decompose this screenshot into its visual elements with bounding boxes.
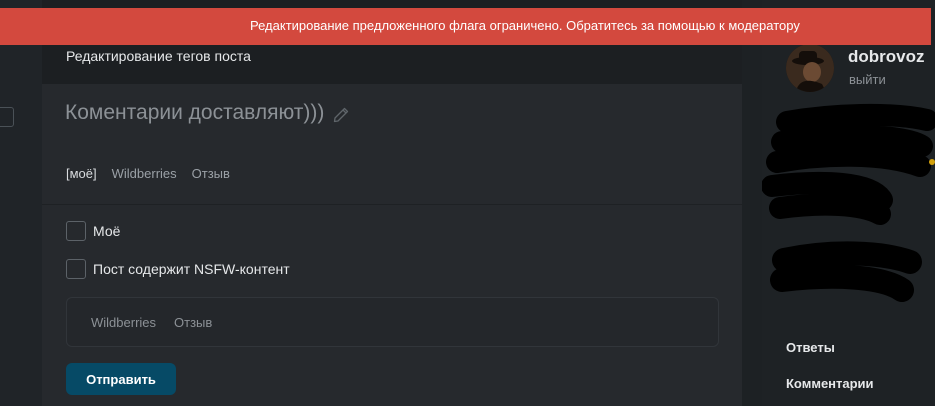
- divider: [42, 204, 742, 205]
- tag-chip[interactable]: Wildberries: [91, 315, 156, 330]
- current-tag[interactable]: Отзыв: [192, 166, 230, 181]
- username[interactable]: dobrovoz: [848, 47, 925, 67]
- sidebar-link-answers[interactable]: Ответы: [786, 340, 835, 355]
- logout-link[interactable]: выйти: [849, 72, 886, 87]
- submit-button[interactable]: Отправить: [66, 363, 176, 395]
- current-tag[interactable]: [моё]: [66, 166, 97, 181]
- avatar[interactable]: [786, 44, 834, 92]
- banner-text: Редактирование предложенного флага огран…: [250, 18, 800, 33]
- mine-checkbox-label: Моё: [93, 223, 121, 239]
- tag-chip[interactable]: Отзыв: [174, 315, 212, 330]
- tag-editor-panel: Редактирование тегов поста Коментарии до…: [42, 0, 742, 406]
- tag-input-field[interactable]: Wildberries Отзыв: [66, 297, 719, 347]
- nsfw-checkbox-label: Пост содержит NSFW-контент: [93, 261, 290, 277]
- left-edge-checkbox[interactable]: [0, 107, 14, 127]
- notification-banner: Редактирование предложенного флага огран…: [0, 8, 931, 45]
- mine-checkbox[interactable]: [66, 221, 86, 241]
- redaction-scribble: [762, 103, 935, 302]
- sidebar-link-comments[interactable]: Комментарии: [786, 376, 874, 391]
- left-rail: [0, 0, 42, 406]
- mine-checkbox-row[interactable]: Моё: [66, 221, 120, 241]
- pencil-icon[interactable]: [333, 107, 349, 123]
- nsfw-checkbox[interactable]: [66, 259, 86, 279]
- current-tag[interactable]: Wildberries: [112, 166, 177, 181]
- current-tags: [моё] Wildberries Отзыв: [66, 166, 230, 181]
- tag-chips: Wildberries Отзыв: [91, 315, 212, 330]
- nsfw-checkbox-row[interactable]: Пост содержит NSFW-контент: [66, 259, 290, 279]
- editor-header-title: Редактирование тегов поста: [66, 48, 251, 64]
- post-title: Коментарии доставляют))): [65, 101, 325, 124]
